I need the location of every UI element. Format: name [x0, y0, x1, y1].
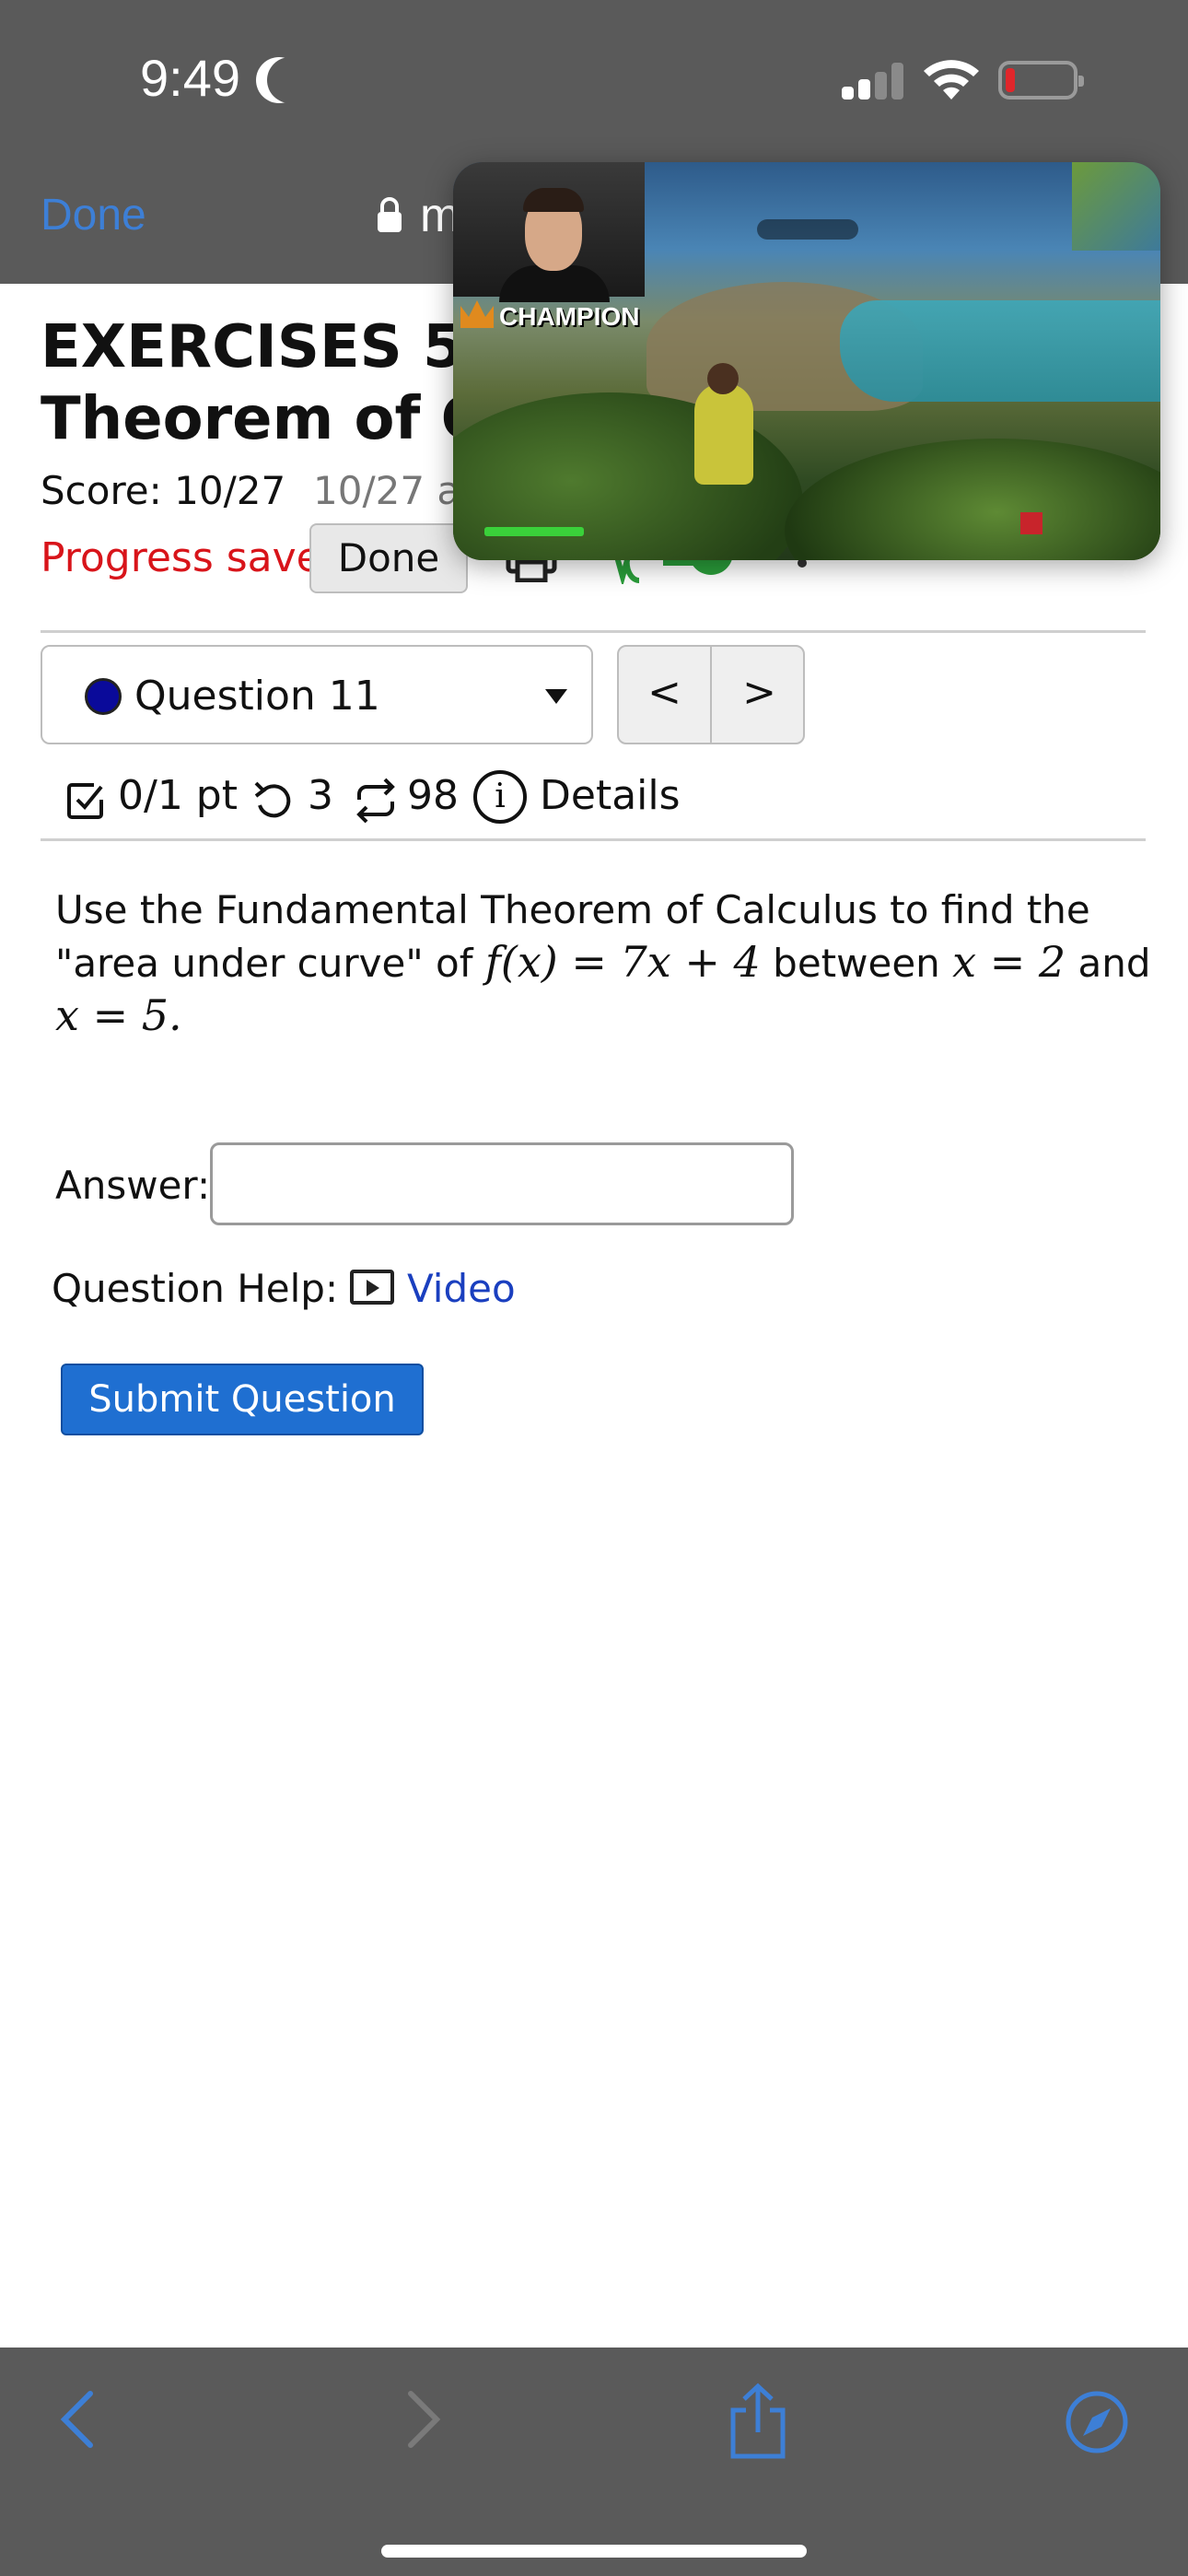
checkbox-icon	[67, 783, 103, 819]
game-health-bar	[484, 527, 584, 536]
pip-video-overlay[interactable]: CHAMPION	[453, 162, 1160, 560]
question-nav-group: < >	[617, 645, 805, 744]
url-text[interactable]: m	[420, 188, 457, 243]
home-indicator	[381, 2545, 807, 2558]
moon-icon	[267, 57, 313, 103]
score-text: Score: 10/27	[41, 468, 286, 513]
champion-badge: CHAMPION	[499, 302, 640, 331]
retries-count: 3	[308, 772, 333, 819]
game-timer-hud	[757, 219, 858, 240]
battery-icon	[998, 61, 1084, 100]
question-status-dot	[85, 678, 122, 715]
game-player	[694, 383, 753, 485]
video-icon[interactable]	[350, 1270, 394, 1305]
question-lower-bound: x = 2	[952, 937, 1066, 987]
game-hud-marker	[1020, 512, 1042, 534]
progress-status: Progress saved	[41, 534, 347, 581]
question-function: f(x) = 7x + 4	[484, 937, 761, 987]
question-select[interactable]: Question 11	[41, 645, 593, 744]
game-player-head	[707, 363, 739, 394]
streamer-webcam	[453, 162, 645, 302]
question-text: Use the Fundamental Theorem of Calculus …	[55, 884, 1160, 1043]
video-link[interactable]: Video	[407, 1266, 516, 1311]
divider	[41, 630, 1146, 633]
crown-icon	[460, 300, 494, 328]
status-time: 9:49	[140, 49, 240, 107]
lock-icon	[378, 197, 402, 232]
done-button[interactable]: Done	[309, 523, 468, 593]
points-text: 0/1 pt	[118, 772, 238, 819]
score-secondary-text: 10/27 a	[313, 468, 461, 513]
divider	[41, 838, 1146, 841]
share-icon[interactable]	[728, 2383, 788, 2460]
attempts-count: 98	[407, 772, 459, 819]
previous-question-button[interactable]: <	[619, 647, 712, 743]
attempts-cycle-icon	[356, 778, 395, 824]
wifi-icon	[924, 60, 979, 100]
answer-input[interactable]	[210, 1142, 794, 1225]
info-icon[interactable]: i	[473, 770, 527, 824]
game-minimap	[1072, 162, 1160, 251]
next-question-button[interactable]: >	[713, 647, 803, 743]
question-between: between	[773, 941, 940, 986]
question-select-label: Question 11	[134, 673, 380, 720]
cellular-signal-icon	[842, 63, 904, 100]
chevron-down-icon	[545, 689, 567, 704]
question-upper-bound: x = 5.	[55, 990, 182, 1040]
game-scene-water	[840, 300, 1160, 402]
game-scene-foliage	[785, 439, 1160, 560]
answer-label: Answer:	[55, 1163, 211, 1208]
submit-question-button[interactable]: Submit Question	[61, 1364, 424, 1435]
browser-done-button[interactable]: Done	[41, 190, 146, 240]
back-icon[interactable]	[59, 2390, 96, 2449]
forward-icon[interactable]	[405, 2390, 442, 2449]
compass-icon[interactable]	[1065, 2390, 1129, 2454]
details-link[interactable]: Details	[540, 772, 681, 819]
question-and: and	[1077, 941, 1151, 986]
question-help-label: Question Help:	[52, 1266, 339, 1311]
bottom-toolbar	[0, 2348, 1188, 2576]
retry-icon	[254, 781, 291, 818]
